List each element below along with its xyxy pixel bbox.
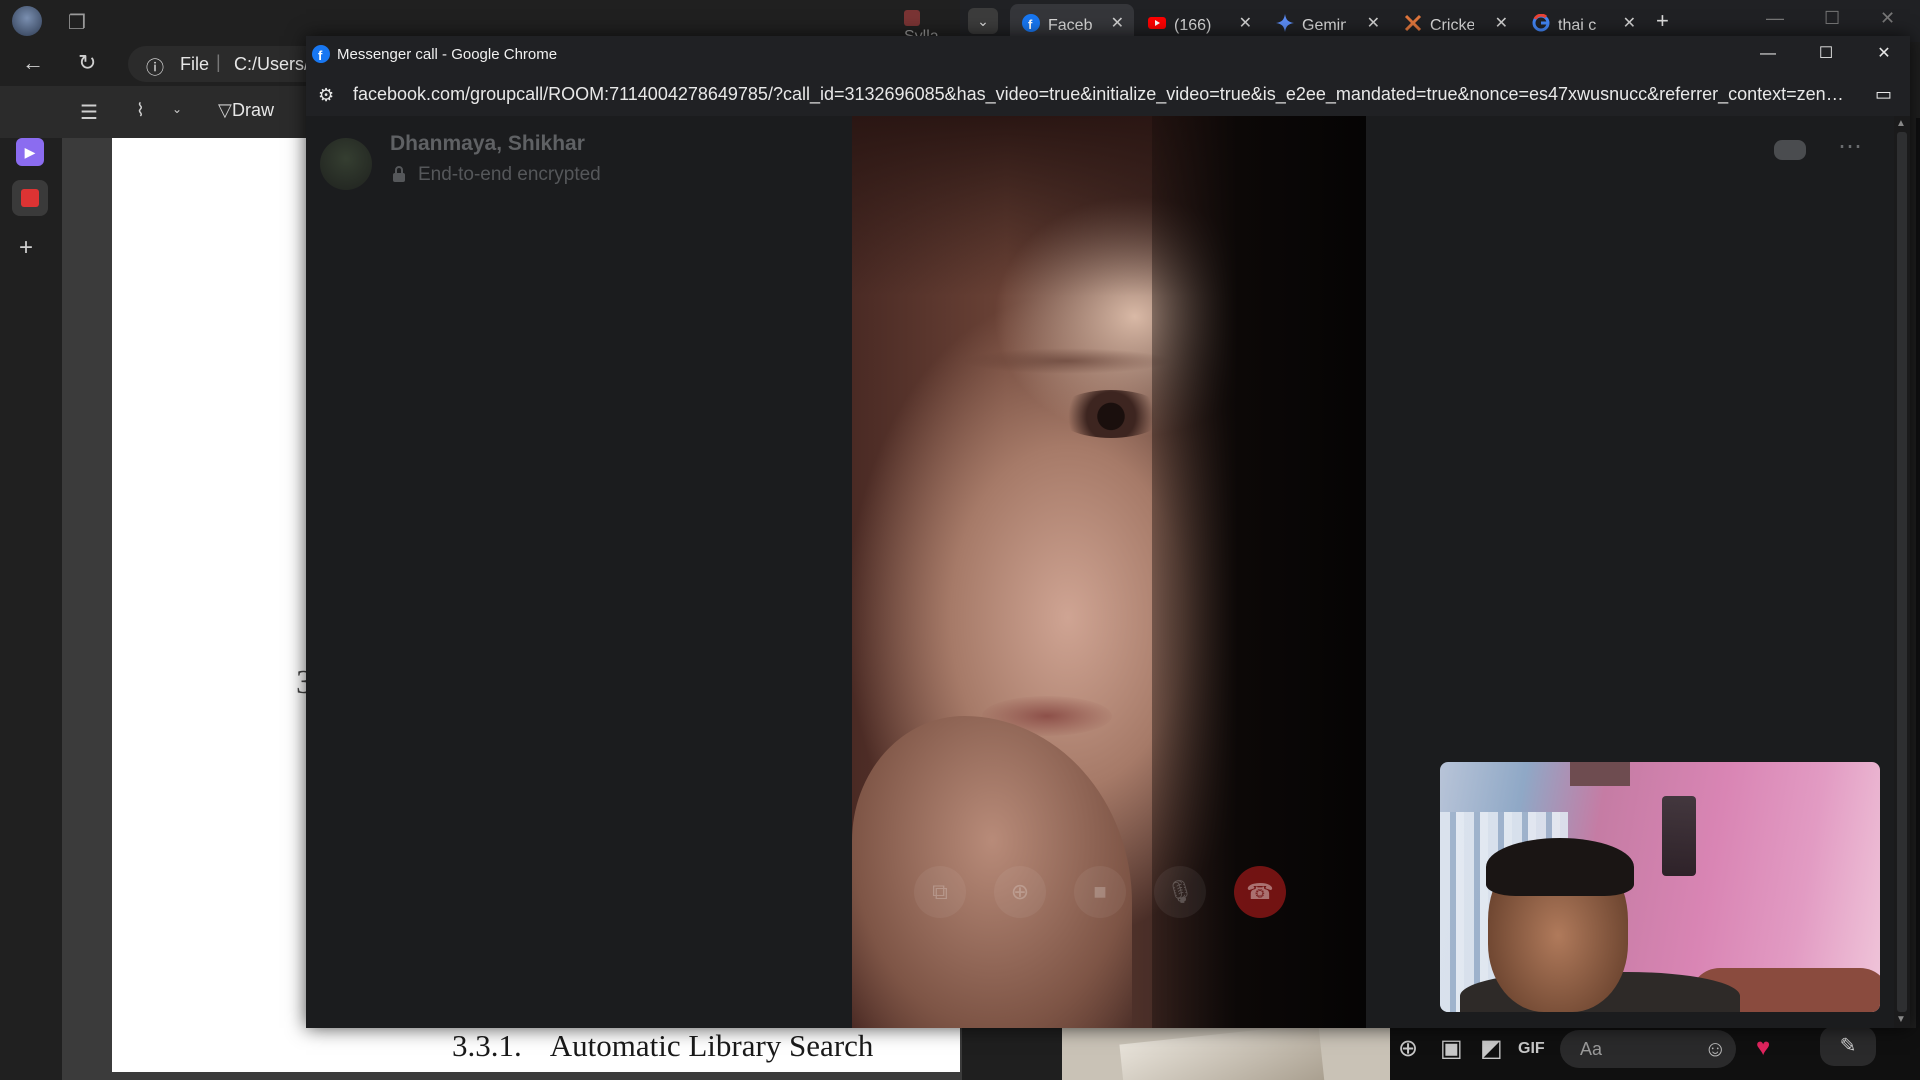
new-tab-icon[interactable]: + — [19, 234, 33, 262]
facebook-icon: f — [312, 45, 330, 63]
workspaces-icon[interactable]: ❐ — [68, 10, 86, 35]
new-tab-button[interactable]: + — [1656, 8, 1669, 34]
close-tab-icon[interactable]: ✕ — [1495, 13, 1508, 33]
encryption-status: End-to-end encrypted — [418, 164, 601, 185]
scroll-up-arrow[interactable]: ▲ — [1896, 118, 1906, 129]
more-options-icon[interactable]: ⋯ — [1838, 132, 1862, 161]
close-window-icon[interactable]: ✕ — [1880, 8, 1895, 29]
video-toggle-button[interactable]: ■ — [1074, 866, 1126, 918]
scrollbar-thumb[interactable] — [1897, 132, 1907, 1012]
chevron-down-icon[interactable]: ⌄ — [172, 102, 182, 116]
end-call-button[interactable]: ☎ — [1234, 866, 1286, 918]
pdf-heading-number: 3.3.1. — [452, 1028, 522, 1063]
info-icon[interactable]: ⓘ — [146, 54, 164, 80]
emoji-icon[interactable]: ☺ — [1704, 1036, 1726, 1062]
close-window-icon[interactable]: ✕ — [1860, 40, 1908, 68]
microphone-button[interactable]: 🎙 — [1154, 866, 1206, 918]
scroll-down-arrow[interactable]: ▼ — [1896, 1014, 1906, 1025]
call-participants: Dhanmaya, Shikhar — [390, 132, 585, 155]
pdf-section-heading: 3.3.1. Automatic Library Search — [452, 1028, 873, 1064]
message-input[interactable]: Aa ☺ — [1560, 1030, 1736, 1068]
message-input-placeholder: Aa — [1580, 1039, 1603, 1059]
image-icon[interactable]: ▣ — [1440, 1034, 1463, 1063]
screen-share-button[interactable]: ⧉ — [914, 866, 966, 918]
site-settings-icon[interactable]: ⚙ — [318, 85, 334, 106]
remote-video-feed: ⧉ ⊕ ■ 🎙 ☎ — [852, 116, 1366, 1028]
add-attachment-icon[interactable]: ⊕ — [1398, 1034, 1418, 1063]
cricket-icon — [1404, 14, 1422, 32]
back-icon[interactable]: ← — [22, 50, 44, 76]
add-person-button[interactable]: ⊕ — [994, 866, 1046, 918]
play-tab-icon[interactable]: ▶ — [16, 138, 44, 166]
close-tab-icon[interactable]: ✕ — [1623, 13, 1636, 33]
edge-vertical-rail: ▭ ▶ + — [0, 86, 62, 1080]
self-video-detail — [1570, 762, 1630, 786]
svg-text:f: f — [1028, 17, 1033, 32]
sticker-icon[interactable]: ◩ — [1480, 1034, 1503, 1063]
url-path: C:/Users/ — [234, 54, 310, 74]
draw-icon[interactable]: ▽ — [218, 100, 232, 121]
popup-url-bar[interactable]: ⚙ facebook.com/groupcall/ROOM:7114004278… — [306, 72, 1910, 116]
gif-icon[interactable]: GIF — [1518, 1040, 1545, 1058]
remote-video-detail — [1056, 390, 1166, 438]
close-tab-icon[interactable]: ✕ — [1239, 13, 1252, 33]
pdf-heading-text: Automatic Library Search — [549, 1028, 874, 1063]
url-separator: | — [216, 52, 221, 72]
tab-search-icon[interactable]: ⌄ — [968, 8, 998, 34]
refresh-icon[interactable]: ↻ — [78, 50, 96, 76]
profile-avatar[interactable] — [12, 6, 42, 36]
camera-in-use-icon[interactable]: ▭ — [1875, 84, 1892, 105]
remote-video-detail — [962, 348, 1172, 374]
pdf-tab-icon[interactable] — [12, 180, 48, 216]
maximize-icon[interactable]: ☐ — [1824, 8, 1840, 29]
messenger-call-window: f Messenger call - Google Chrome — ☐ ✕ ⚙… — [306, 36, 1910, 1028]
contents-icon[interactable]: ☰ — [80, 100, 98, 125]
pdf-icon — [904, 10, 920, 26]
popup-title-bar: f Messenger call - Google Chrome — ☐ ✕ — [306, 36, 1910, 72]
maximize-icon[interactable]: ☐ — [1802, 40, 1850, 68]
effects-icon[interactable] — [1774, 140, 1806, 160]
highlight-icon[interactable]: ⌇ — [136, 100, 145, 121]
compose-icon[interactable]: ✎ — [1820, 1026, 1876, 1066]
group-avatar — [320, 138, 372, 190]
gemini-icon — [1276, 14, 1294, 32]
popup-url: facebook.com/groupcall/ROOM:711400427864… — [353, 84, 1853, 104]
facebook-icon: f — [1022, 14, 1040, 32]
self-video-detail — [1486, 838, 1634, 896]
chat-photo-thumbnail[interactable] — [1062, 1028, 1390, 1080]
self-video-preview[interactable] — [1440, 762, 1880, 1012]
draw-button[interactable]: Draw — [232, 100, 274, 121]
lock-icon — [393, 166, 405, 182]
close-tab-icon[interactable]: ✕ — [1367, 13, 1380, 33]
svg-text:f: f — [318, 48, 323, 63]
youtube-icon — [1148, 17, 1166, 29]
minimize-icon[interactable]: — — [1744, 40, 1792, 68]
background-edge — [1916, 118, 1920, 1078]
heart-icon[interactable]: ♥ — [1756, 1034, 1770, 1062]
minimize-icon[interactable]: — — [1766, 8, 1784, 29]
url-scheme-label: File — [180, 54, 210, 74]
popup-title: Messenger call - Google Chrome — [337, 46, 558, 63]
google-icon — [1532, 14, 1550, 32]
close-tab-icon[interactable]: ✕ — [1111, 13, 1124, 33]
self-video-detail — [1662, 796, 1696, 876]
